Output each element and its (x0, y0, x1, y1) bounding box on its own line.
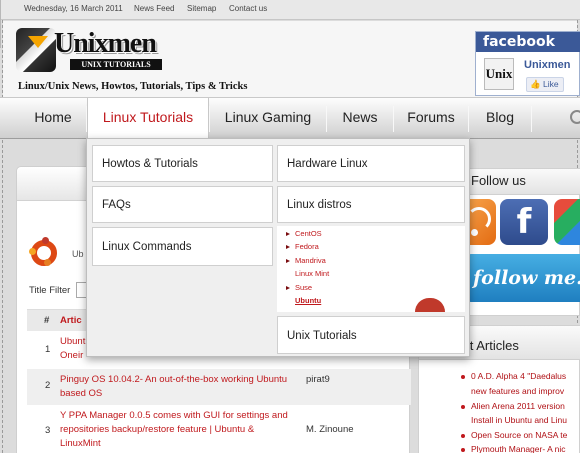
latest-article-link[interactable]: Install in Ubuntu and Linu (471, 415, 567, 425)
facebook-logo: facebook (483, 34, 555, 50)
bullet-icon (461, 374, 465, 379)
thumbs-up-icon: 👍 (530, 79, 541, 89)
top-bar: Wednesday, 16 March 2011 News Feed Sitem… (0, 0, 580, 48)
rss-wave (467, 207, 491, 231)
submenu-ubuntu[interactable]: Ubuntu (295, 296, 321, 305)
article-link[interactable]: Y PPA Manager 0.0.5 comes with GUI for s… (60, 409, 292, 451)
bullet-icon (461, 433, 465, 438)
arrow-right-icon (286, 232, 290, 237)
social-network-icon[interactable] (554, 199, 580, 245)
logo-subtitle: UNIX TUTORIALS (70, 59, 162, 70)
nav-forums[interactable]: Forums (396, 98, 466, 138)
site-tagline: Linux/Unix News, Howtos, Tutorials, Tips… (18, 81, 248, 92)
divider (0, 0, 1, 12)
divider (0, 12, 1, 24)
nav-home[interactable]: Home (22, 98, 84, 138)
bullet-icon (461, 447, 465, 452)
news-feed-link[interactable]: News Feed (134, 4, 174, 13)
nav-divider (86, 106, 87, 132)
submenu-centos[interactable]: CentOS (286, 229, 322, 238)
article-link[interactable]: Pinguy OS 10.04.2- An out-of-the-box wor… (60, 373, 292, 401)
facebook-icon[interactable]: f (500, 199, 548, 245)
like-label: Like (542, 79, 559, 89)
divider (0, 24, 1, 36)
menu-unix-tutorials[interactable]: Unix Tutorials (277, 316, 465, 354)
nav-news[interactable]: News (329, 98, 391, 138)
row-number: 3 (45, 425, 51, 436)
facebook-page-name[interactable]: Unixmen (524, 59, 570, 71)
nav-divider (531, 106, 532, 132)
nav-divider (209, 106, 210, 132)
penguin-beak (28, 36, 48, 48)
category-label: Ub (72, 249, 84, 259)
follow-us-title: Follow us (471, 173, 526, 188)
table-row: 3 Y PPA Manager 0.0.5 comes with GUI for… (27, 405, 411, 453)
article-author: pirat9 (306, 374, 330, 385)
article-author: M. Zinoune (306, 424, 354, 435)
ubuntu-logo-dot (29, 248, 36, 255)
contact-us-link[interactable]: Contact us (229, 4, 267, 13)
row-number: 2 (45, 380, 51, 391)
menu-linux-commands[interactable]: Linux Commands (92, 227, 273, 266)
menu-howtos-tutorials[interactable]: Howtos & Tutorials (92, 145, 273, 182)
logo-wordmark: Unixmen (54, 28, 157, 59)
ubuntu-logo-dot (42, 237, 49, 244)
submenu-suse[interactable]: Suse (286, 283, 312, 292)
header-number: # (44, 315, 50, 326)
arrow-right-icon (286, 245, 290, 250)
ubuntu-logo-dot (44, 259, 51, 266)
nav-divider (468, 106, 469, 132)
twitter-follow-banner[interactable]: follow me... (465, 254, 580, 302)
latest-article-link[interactable]: new features and improv (471, 386, 564, 396)
header-article[interactable]: Artic (60, 314, 82, 328)
latest-article-link[interactable]: Plymouth Manager- A nic (461, 444, 566, 453)
search-icon[interactable] (570, 110, 580, 124)
latest-article-link[interactable]: Alien Arena 2011 version (461, 401, 565, 411)
menu-linux-distros[interactable]: Linux distros (277, 186, 465, 223)
table-row: 2 Pinguy OS 10.04.2- An out-of-the-box w… (27, 369, 411, 405)
nav-divider (393, 106, 394, 132)
site-logo[interactable]: Unixmen UNIX TUTORIALS (16, 28, 162, 72)
divider (0, 36, 1, 48)
latest-article-link[interactable]: Open Source on NASA te (461, 430, 567, 440)
arrow-right-icon (286, 259, 290, 264)
main-nav: Home Linux Tutorials Linux Gaming News F… (0, 97, 580, 139)
page-thumbnail[interactable]: Unix (484, 58, 514, 90)
latest-article-link[interactable]: 0 A.D. Alpha 4 "Daedalus (461, 371, 566, 381)
current-date: Wednesday, 16 March 2011 (24, 4, 123, 13)
facebook-header: facebook (476, 32, 580, 52)
arrow-right-icon (286, 286, 290, 291)
nav-blog[interactable]: Blog (471, 98, 529, 138)
sitemap-link[interactable]: Sitemap (187, 4, 216, 13)
facebook-like-button[interactable]: 👍 Like (526, 77, 564, 92)
nav-linux-gaming[interactable]: Linux Gaming (212, 98, 324, 138)
menu-hardware-linux[interactable]: Hardware Linux (277, 145, 465, 182)
bullet-icon (461, 404, 465, 409)
row-number: 1 (45, 344, 51, 355)
submenu-linux-mint[interactable]: Linux Mint (295, 269, 329, 278)
menu-faqs[interactable]: FAQs (92, 186, 273, 223)
title-filter-label: Title Filter (29, 285, 71, 296)
rss-dot (471, 229, 478, 236)
submenu-mandriva[interactable]: Mandriva (286, 256, 326, 265)
facebook-like-box: facebook Unix Unixmen 👍 Like (475, 31, 580, 96)
penguin-logo-icon (16, 28, 56, 72)
nav-linux-tutorials[interactable]: Linux Tutorials (88, 98, 208, 138)
nav-divider (326, 106, 327, 132)
submenu-fedora[interactable]: Fedora (286, 242, 319, 251)
